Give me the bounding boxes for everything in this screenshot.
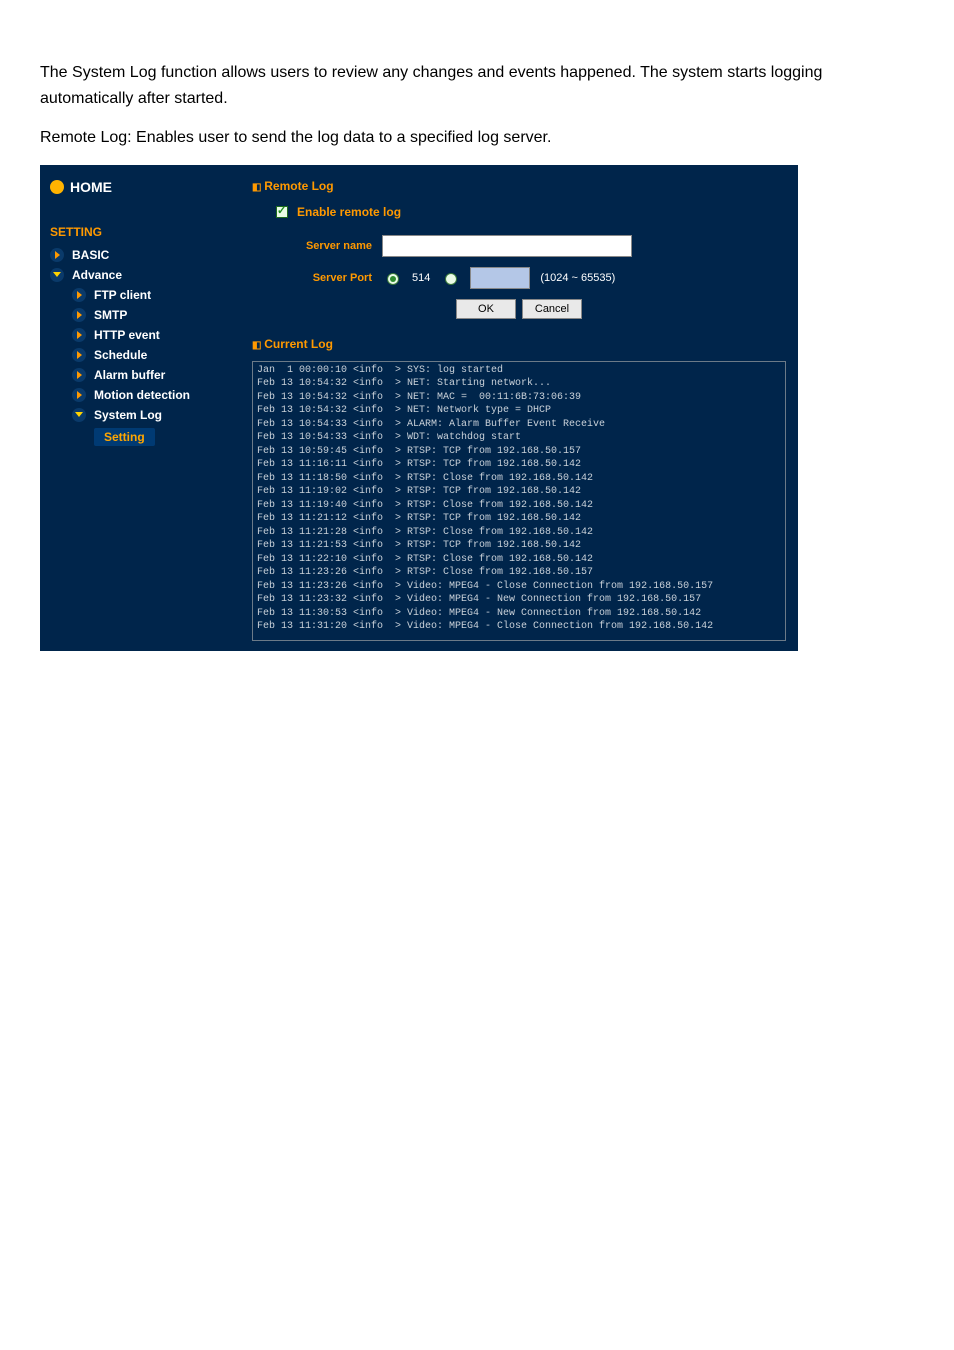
chevron-right-icon [72, 368, 86, 382]
sidebar-item-ftp-client[interactable]: FTP client [72, 285, 230, 305]
port-514-radio[interactable] [387, 273, 399, 285]
chevron-right-icon [72, 388, 86, 402]
ok-button[interactable]: OK [456, 299, 516, 319]
sidebar-item-label: SMTP [94, 308, 127, 322]
home-label: HOME [70, 179, 112, 195]
sidebar-item-schedule[interactable]: Schedule [72, 345, 230, 365]
sidebar-item-label: System Log [94, 408, 162, 422]
sidebar-item-motion-detection[interactable]: Motion detection [72, 385, 230, 405]
current-log-heading: Current Log [252, 337, 786, 351]
sidebar-item-system-log[interactable]: System Log [72, 405, 230, 425]
sidebar-item-advance[interactable]: Advance [50, 265, 230, 285]
sidebar-item-label: BASIC [72, 248, 109, 262]
chevron-right-icon [50, 248, 64, 262]
remote-log-heading: Remote Log [252, 179, 786, 193]
chevron-right-icon [72, 328, 86, 342]
port-custom-radio[interactable] [445, 273, 457, 285]
sidebar-section-title: SETTING [50, 225, 230, 239]
sidebar-item-label: Setting [94, 428, 155, 446]
sidebar-item-label: Alarm buffer [94, 368, 165, 382]
sidebar-item-label: Motion detection [94, 388, 190, 402]
chevron-right-icon [72, 308, 86, 322]
server-port-label: Server Port [252, 272, 372, 284]
home-icon [50, 180, 64, 194]
port-custom-input[interactable] [470, 267, 530, 289]
chevron-right-icon [72, 348, 86, 362]
sidebar-item-basic[interactable]: BASIC [50, 245, 230, 265]
port-range-note: (1024 ~ 65535) [540, 272, 615, 284]
enable-remote-log-checkbox[interactable] [276, 206, 288, 218]
intro-paragraph-2: Remote Log: Enables user to send the log… [40, 125, 914, 151]
sidebar: HOME SETTING BASIC Advance FTP client SMTP H… [40, 165, 240, 651]
intro-paragraph-1: The System Log function allows users to … [40, 60, 914, 111]
sidebar-item-http-event[interactable]: HTTP event [72, 325, 230, 345]
chevron-down-icon [50, 268, 64, 282]
log-output[interactable]: Jan 1 00:00:10 <info > SYS: log started … [252, 361, 786, 641]
sidebar-item-label: FTP client [94, 288, 151, 302]
port-514-label: 514 [412, 272, 430, 284]
chevron-right-icon [72, 288, 86, 302]
server-name-label: Server name [252, 240, 372, 252]
sidebar-item-setting[interactable]: Setting [94, 425, 230, 449]
sidebar-item-alarm-buffer[interactable]: Alarm buffer [72, 365, 230, 385]
main-content: Remote Log Enable remote log Server name… [240, 165, 798, 651]
sidebar-item-label: HTTP event [94, 328, 160, 342]
sidebar-item-label: Schedule [94, 348, 147, 362]
enable-remote-log-label: Enable remote log [297, 205, 401, 219]
sidebar-item-smtp[interactable]: SMTP [72, 305, 230, 325]
chevron-down-icon [72, 408, 86, 422]
server-name-input[interactable] [382, 235, 632, 257]
sidebar-item-label: Advance [72, 268, 122, 282]
home-link[interactable]: HOME [50, 179, 230, 195]
cancel-button[interactable]: Cancel [522, 299, 582, 319]
settings-panel: HOME SETTING BASIC Advance FTP client SMTP H… [40, 165, 798, 651]
